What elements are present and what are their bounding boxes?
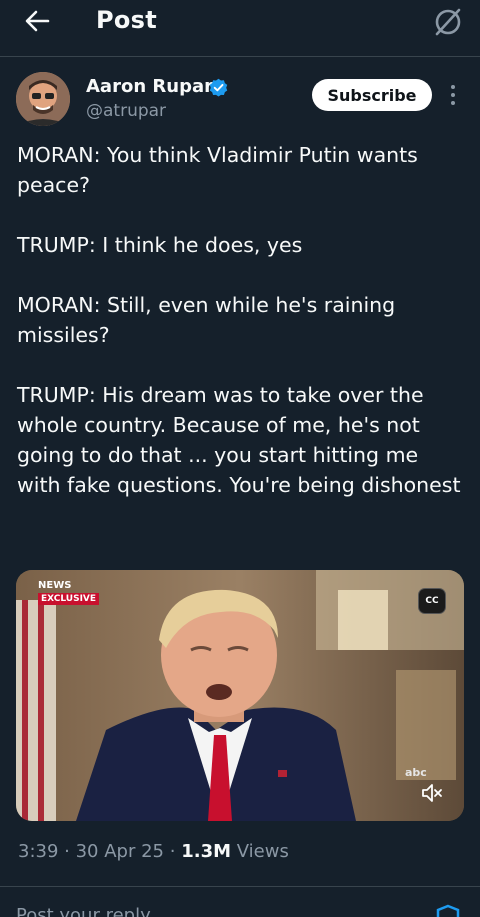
tweet-paragraph: MORAN: Still, even while he's raining mi… [17,293,396,347]
post-meta: 3:39 · 30 Apr 25 · 1.3M Views [18,841,289,862]
exclusive-badge: EXCLUSIVE [38,593,100,605]
network-logo: NEWS [38,580,72,591]
closed-captions-button[interactable]: CC [418,588,446,614]
mute-icon[interactable] [420,782,444,804]
grok-icon[interactable] [432,6,464,38]
top-bar: Post [0,0,480,46]
tweet-paragraph: TRUMP: I think he does, yes [17,233,303,257]
post-time: 3:39 [18,841,59,862]
back-arrow-icon[interactable] [22,6,52,36]
reply-prompt[interactable]: Post your reply [16,905,151,917]
avatar[interactable] [16,72,70,126]
post-date: 30 Apr 25 [75,841,165,862]
tweet-paragraph: MORAN: You think Vladimir Putin wants pe… [17,143,418,197]
subscribe-button[interactable]: Subscribe [312,79,432,111]
shield-icon[interactable] [434,904,462,917]
views-count: 1.3M [181,841,232,862]
verified-badge-icon [209,78,228,97]
more-options-icon[interactable] [446,84,460,106]
video-player[interactable]: NEWS EXCLUSIVE CC abc [16,570,464,821]
page-title: Post [96,6,158,34]
author-handle[interactable]: @atrupar [86,101,166,121]
author-name[interactable]: Aaron Rupar [86,76,213,97]
tweet-text: MORAN: You think Vladimir Putin wants pe… [17,140,467,500]
video-frame [16,570,464,821]
header-divider [0,56,480,57]
meta-divider [0,886,480,887]
tweet-paragraph: TRUMP: His dream was to take over the wh… [17,383,461,497]
views-label: Views [236,841,289,862]
